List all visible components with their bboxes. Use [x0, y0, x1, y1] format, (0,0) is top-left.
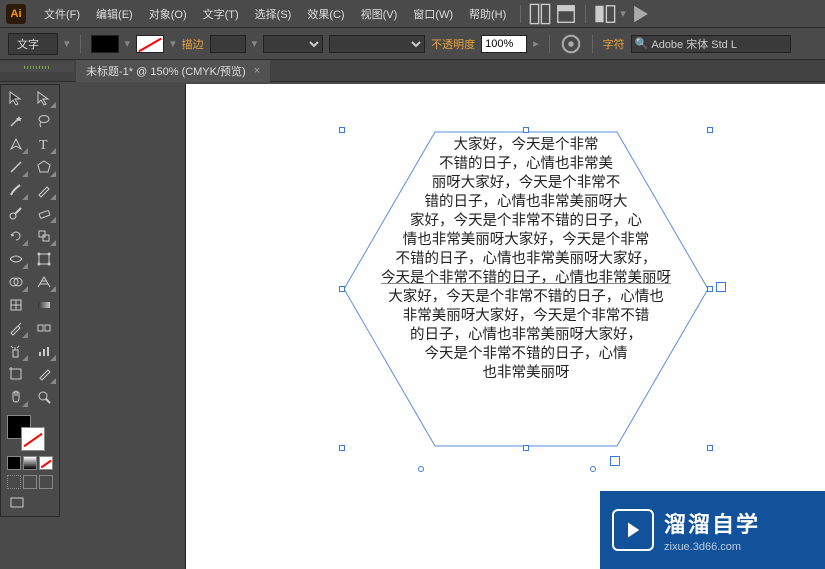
graph-tool[interactable]	[31, 340, 57, 362]
text-out-port[interactable]	[716, 282, 726, 292]
symbol-sprayer-tool[interactable]	[3, 340, 29, 362]
stroke-swatch[interactable]	[136, 35, 164, 53]
bridge-icon[interactable]	[555, 4, 577, 24]
thread-port-out[interactable]	[590, 466, 596, 472]
play-icon	[612, 509, 654, 551]
divider	[549, 35, 550, 53]
selection-handle[interactable]	[707, 127, 713, 133]
panel-grip[interactable]	[0, 62, 74, 72]
menu-select[interactable]: 选择(S)	[249, 3, 298, 25]
color-mode-none[interactable]	[39, 456, 53, 470]
selection-handle[interactable]	[523, 127, 529, 133]
search-icon: 🔍	[635, 37, 649, 50]
eyedropper-tool[interactable]	[3, 317, 29, 339]
draw-mode-row	[3, 473, 57, 491]
thread-port-in[interactable]	[418, 466, 424, 472]
canvas-area[interactable]: 大家好，今天是个非常 不错的日子，心情也非常美 丽呀大家好，今天是个非常不 错的…	[76, 84, 825, 569]
width-tool[interactable]	[3, 248, 29, 270]
lasso-tool[interactable]	[31, 110, 57, 132]
divider	[80, 35, 81, 53]
menu-file[interactable]: 文件(F)	[38, 3, 86, 25]
draw-behind[interactable]	[23, 475, 37, 489]
type-tool[interactable]: T	[31, 133, 57, 155]
direct-selection-tool[interactable]	[31, 87, 57, 109]
selection-tool[interactable]	[3, 87, 29, 109]
app-logo: Ai	[6, 4, 26, 24]
color-mode-row	[3, 454, 57, 472]
hand-tool[interactable]	[3, 386, 29, 408]
watermark-title: 溜溜自学	[664, 507, 760, 539]
opacity-input[interactable]: 100%	[481, 35, 527, 53]
close-icon[interactable]: ×	[254, 65, 260, 77]
font-family-select[interactable]: 🔍 Adobe 宋体 Std L	[631, 35, 791, 53]
document-tabs: 未标题-1* @ 150% (CMYK/预览) ×	[0, 60, 825, 82]
fill-swatch[interactable]	[91, 35, 119, 53]
menu-effect[interactable]: 效果(C)	[301, 3, 350, 25]
eraser-tool[interactable]	[31, 202, 57, 224]
pencil-tool[interactable]	[31, 179, 57, 201]
menu-object[interactable]: 对象(O)	[143, 3, 193, 25]
free-transform-tool[interactable]	[31, 248, 57, 270]
magic-wand-tool[interactable]	[3, 110, 29, 132]
divider	[592, 35, 593, 53]
stroke-color[interactable]	[21, 427, 45, 451]
menu-window[interactable]: 窗口(W)	[407, 3, 459, 25]
rotate-tool[interactable]	[3, 225, 29, 247]
artboard-tool[interactable]	[3, 363, 29, 385]
selection-handle[interactable]	[339, 445, 345, 451]
area-type-object[interactable]: 大家好，今天是个非常 不错的日子，心情也非常美 丽呀大家好，今天是个非常不 错的…	[342, 130, 710, 448]
shape-builder-tool[interactable]	[3, 271, 29, 293]
screen-mode-row	[3, 492, 57, 514]
blob-brush-tool[interactable]	[3, 202, 29, 224]
line-tool[interactable]	[3, 156, 29, 178]
pen-tool[interactable]	[3, 133, 29, 155]
blend-tool[interactable]	[31, 317, 57, 339]
svg-text:T: T	[39, 138, 48, 152]
shape-tool[interactable]	[31, 156, 57, 178]
screen-mode-button[interactable]	[7, 494, 27, 512]
recolor-icon[interactable]	[560, 34, 582, 54]
menu-edit[interactable]: 编辑(E)	[90, 3, 139, 25]
tools-panel: T	[0, 84, 60, 517]
draw-normal[interactable]	[7, 475, 21, 489]
text-overflow-indicator[interactable]	[610, 456, 620, 466]
scale-tool[interactable]	[31, 225, 57, 247]
divider	[585, 5, 586, 23]
stroke-label: 描边	[182, 36, 204, 52]
color-mode-gradient[interactable]	[23, 456, 37, 470]
character-label: 字符	[603, 36, 625, 52]
draw-inside[interactable]	[39, 475, 53, 489]
selection-handle[interactable]	[523, 445, 529, 451]
stroke-weight-input[interactable]	[210, 35, 246, 53]
menu-type[interactable]: 文字(T)	[197, 3, 245, 25]
sync-icon[interactable]	[630, 4, 652, 24]
layout-icon[interactable]	[529, 4, 551, 24]
arrange-icon[interactable]	[594, 4, 616, 24]
fill-stroke-indicator[interactable]	[3, 413, 57, 453]
brush-select[interactable]	[329, 35, 425, 53]
perspective-grid-tool[interactable]	[31, 271, 57, 293]
selection-handle[interactable]	[339, 127, 345, 133]
menu-view[interactable]: 视图(V)	[355, 3, 404, 25]
active-tool-label: 文字	[8, 33, 58, 55]
document-tab[interactable]: 未标题-1* @ 150% (CMYK/预览) ×	[76, 60, 270, 82]
slice-tool[interactable]	[31, 363, 57, 385]
paintbrush-tool[interactable]	[3, 179, 29, 201]
zoom-tool[interactable]	[31, 386, 57, 408]
menu-help[interactable]: 帮助(H)	[463, 3, 512, 25]
gradient-tool[interactable]	[31, 294, 57, 316]
watermark-url: zixue.3d66.com	[664, 541, 760, 553]
area-type-text[interactable]: 大家好，今天是个非常 不错的日子，心情也非常美 丽呀大家好，今天是个非常不 错的…	[342, 136, 710, 383]
document-title: 未标题-1* @ 150% (CMYK/预览)	[86, 63, 246, 79]
color-mode-solid[interactable]	[7, 456, 21, 470]
mesh-tool[interactable]	[3, 294, 29, 316]
opacity-label: 不透明度	[431, 36, 475, 52]
watermark: 溜溜自学 zixue.3d66.com	[600, 491, 825, 569]
stroke-profile-select[interactable]	[263, 35, 323, 53]
divider	[520, 5, 521, 23]
menu-bar: Ai 文件(F) 编辑(E) 对象(O) 文字(T) 选择(S) 效果(C) 视…	[0, 0, 825, 28]
selection-handle[interactable]	[707, 445, 713, 451]
options-bar: 文字 ▾ ▾ ▾ 描边 ▾ 不透明度 100% ▸ 字符 🔍 Adobe 宋体 …	[0, 28, 825, 60]
